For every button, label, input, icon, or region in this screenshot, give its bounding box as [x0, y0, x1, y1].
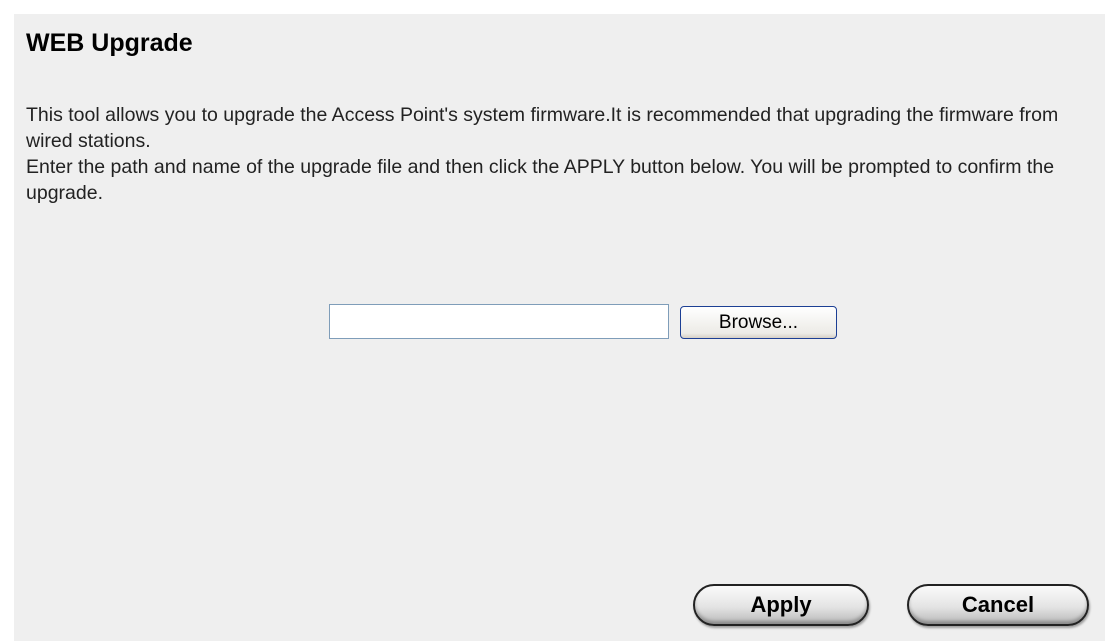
- upgrade-description: This tool allows you to upgrade the Acce…: [26, 102, 1090, 206]
- page-title: WEB Upgrade: [26, 29, 193, 57]
- apply-button[interactable]: Apply: [693, 584, 869, 626]
- description-paragraph-2: Enter the path and name of the upgrade f…: [26, 156, 1055, 204]
- browse-button[interactable]: Browse...: [680, 306, 837, 339]
- description-paragraph-1: This tool allows you to upgrade the Acce…: [26, 104, 1059, 152]
- web-upgrade-panel: WEB Upgrade This tool allows you to upgr…: [14, 14, 1105, 641]
- upgrade-file-path-input[interactable]: [329, 304, 669, 339]
- cancel-button[interactable]: Cancel: [907, 584, 1089, 626]
